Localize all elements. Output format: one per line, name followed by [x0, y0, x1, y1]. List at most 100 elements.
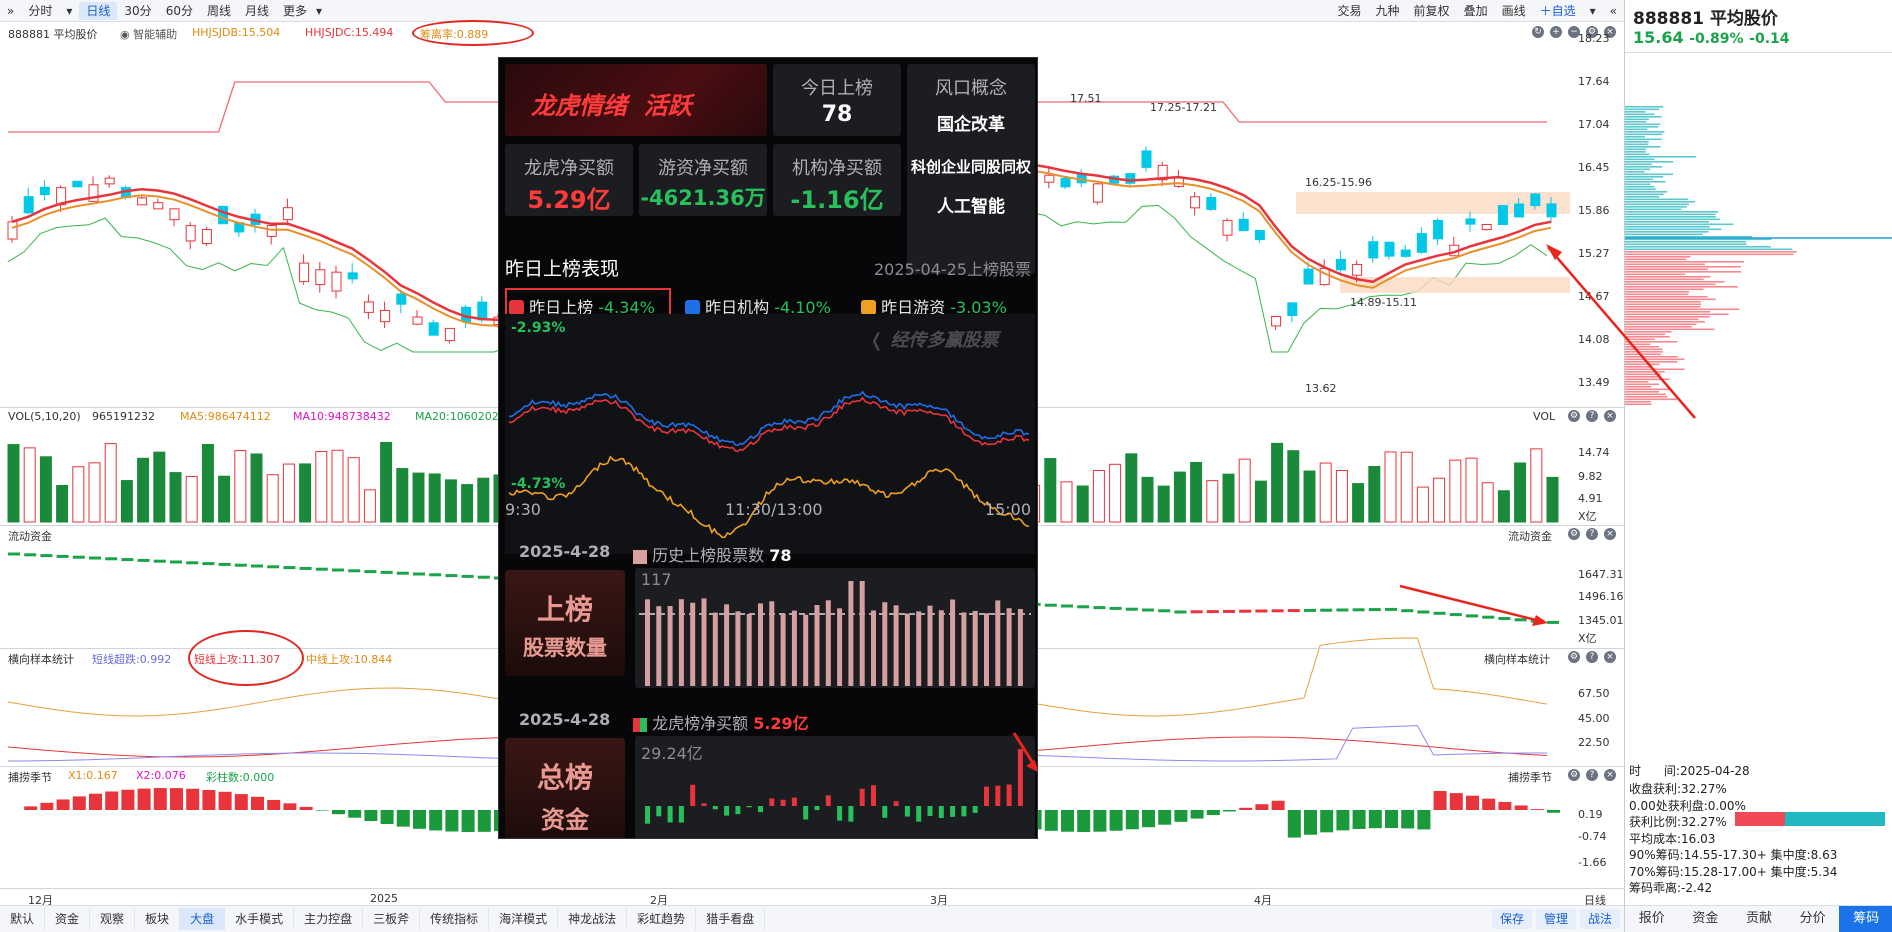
chip-bar [1625, 268, 1709, 271]
chip-bar [1625, 331, 1672, 333]
season-bar [1304, 810, 1317, 835]
sec1-button[interactable]: 上榜 股票数量 [505, 570, 625, 676]
season-panel-controls[interactable]: ⚙? × [1568, 769, 1616, 781]
volume-bar [396, 468, 409, 523]
ma5-value: MA5:986474112 [180, 410, 271, 423]
save-button[interactable]: 保存 [1491, 909, 1532, 929]
indicator-tab[interactable]: 彩虹趋势 [627, 908, 697, 930]
concept-item[interactable]: 科创企业同股同权 [907, 156, 1035, 177]
chip-bar [1625, 231, 1709, 233]
trade-button[interactable]: 交易 [1331, 2, 1369, 20]
tab-weekly[interactable]: 周线 [200, 2, 238, 20]
net-buy-bar [735, 806, 741, 815]
history-count-bar [712, 612, 718, 686]
candle-body [7, 221, 18, 240]
chip-bar [1625, 308, 1740, 311]
net-buy-bar-chart[interactable] [635, 736, 1035, 839]
season-bar [1223, 810, 1236, 812]
candle-body [363, 301, 374, 313]
right-panel-tab[interactable]: 筹码 [1839, 906, 1892, 932]
indicator-tab-bar: 默认 资金 观察 板块 大盘 水手模式 主力控盘 三板斧 传统指标 海洋模式 神龙战法 彩虹趋势 猎手看… [0, 905, 1624, 932]
tab-more[interactable]: 更多 [276, 2, 314, 20]
legend-swatch-red [633, 717, 640, 732]
right-panel-tab[interactable]: 报价 [1625, 906, 1679, 932]
price-axis-label: 18.23 [1578, 32, 1610, 45]
indicator-tab[interactable]: 板块 [135, 908, 181, 930]
annotation-range3: 14.89-15.11 [1350, 296, 1417, 309]
indicator-tab[interactable]: 主力控盘 [294, 908, 364, 930]
chip-stat-row: 70%筹码:15.28-17.00+ 集中度:5.34 [1629, 864, 1838, 879]
candle-body [477, 301, 488, 321]
concept-item[interactable]: 人工智能 [907, 192, 1035, 217]
jg-net-label: 机构净买额 [792, 158, 882, 179]
adjust-button[interactable]: 前复权 [1407, 2, 1457, 20]
candle-body [428, 322, 439, 336]
sec2-button[interactable]: 总榜 资金 [505, 738, 625, 838]
jg-net-tile: 机构净买额 -1.16亿 [773, 144, 901, 216]
today-label: 今日上榜 [801, 78, 873, 99]
flow-axis-2: 1496.16 [1578, 590, 1624, 603]
tab-60min[interactable]: 60分 [159, 2, 200, 20]
chip-bar [1625, 131, 1665, 133]
chip-bar [1625, 328, 1715, 331]
chip-bar [1625, 388, 1672, 391]
history-count-bar [814, 605, 820, 686]
indicator-tab[interactable]: 三板斧 [363, 908, 421, 930]
jg-net-value: -1.16亿 [790, 186, 884, 214]
chip-bar [1625, 213, 1716, 216]
chip-bar [1625, 288, 1704, 291]
candle-body [1060, 177, 1071, 188]
concept-item[interactable]: 国企改革 [907, 110, 1035, 135]
right-panel-tab[interactable]: 资金 [1679, 906, 1733, 932]
candle-body [1465, 218, 1476, 225]
flow-panel-controls[interactable]: ⚙? × [1568, 528, 1616, 540]
collapse-icon[interactable]: « [1603, 2, 1624, 20]
vol-panel-controls[interactable]: ⚙? × [1568, 410, 1616, 422]
season-bar [1093, 810, 1107, 832]
indicator-tab[interactable]: 观察 [90, 908, 136, 930]
flow-axis-1: 1647.31 [1578, 568, 1624, 581]
volume-bar [1497, 490, 1510, 523]
indicator-tab[interactable]: 传统指标 [420, 908, 490, 930]
watchlist-button[interactable]: ＋自选 [1533, 2, 1583, 20]
sample-panel-controls[interactable]: ⚙? × [1568, 651, 1616, 663]
nine-types-button[interactable]: 九种 [1369, 2, 1407, 20]
history-count-bar-chart[interactable] [635, 568, 1035, 688]
indicator-tab[interactable]: 默认 [0, 908, 46, 930]
volume-bar [461, 484, 474, 523]
volume-bar [39, 456, 52, 523]
indicator-tab[interactable]: 海洋模式 [489, 908, 559, 930]
caret-down-icon[interactable]: ▾ [314, 2, 324, 20]
right-panel-tab[interactable]: 分价 [1786, 906, 1840, 932]
tab-rixian[interactable]: 日线 [79, 1, 118, 20]
chip-bar [1625, 191, 1668, 193]
strategy-button[interactable]: 战法 [1579, 909, 1620, 929]
manage-button[interactable]: 管理 [1535, 909, 1576, 929]
chip-bar [1625, 258, 1687, 261]
caret-down-icon[interactable]: ▾ [59, 2, 79, 20]
chip-bar [1625, 136, 1646, 138]
net-buy-bar [904, 806, 910, 817]
chip-distribution-chart[interactable] [1625, 56, 1892, 756]
candle-body [1335, 258, 1346, 271]
chip-bar [1625, 301, 1701, 303]
indicator-tab[interactable]: 猎手看盘 [696, 908, 766, 930]
history-count-bar [837, 608, 843, 686]
volume-bar [1190, 461, 1203, 523]
indicator-tab[interactable]: 神龙战法 [558, 908, 628, 930]
overlay-button[interactable]: 叠加 [1457, 2, 1495, 20]
tab-fenshi[interactable]: 分时 [21, 2, 59, 20]
tab-30min[interactable]: 30分 [117, 2, 158, 20]
tab-monthly[interactable]: 月线 [238, 2, 276, 20]
caret-down-icon[interactable]: ▾ [1583, 2, 1603, 20]
legend-swatch [861, 300, 876, 315]
draw-button[interactable]: 画线 [1495, 2, 1533, 20]
right-panel-tab[interactable]: 贡献 [1732, 906, 1786, 932]
expand-icon[interactable]: » [0, 2, 21, 20]
indicator-tab[interactable]: 资金 [45, 908, 91, 930]
chip-bar [1625, 261, 1745, 263]
indicator-tab[interactable]: 大盘 [180, 908, 226, 930]
indicator-tab[interactable]: 水手模式 [225, 908, 295, 930]
chip-stat-row: 平均成本:16.03 [1629, 831, 1716, 846]
vol-axis-1: 14.74 [1578, 446, 1610, 459]
